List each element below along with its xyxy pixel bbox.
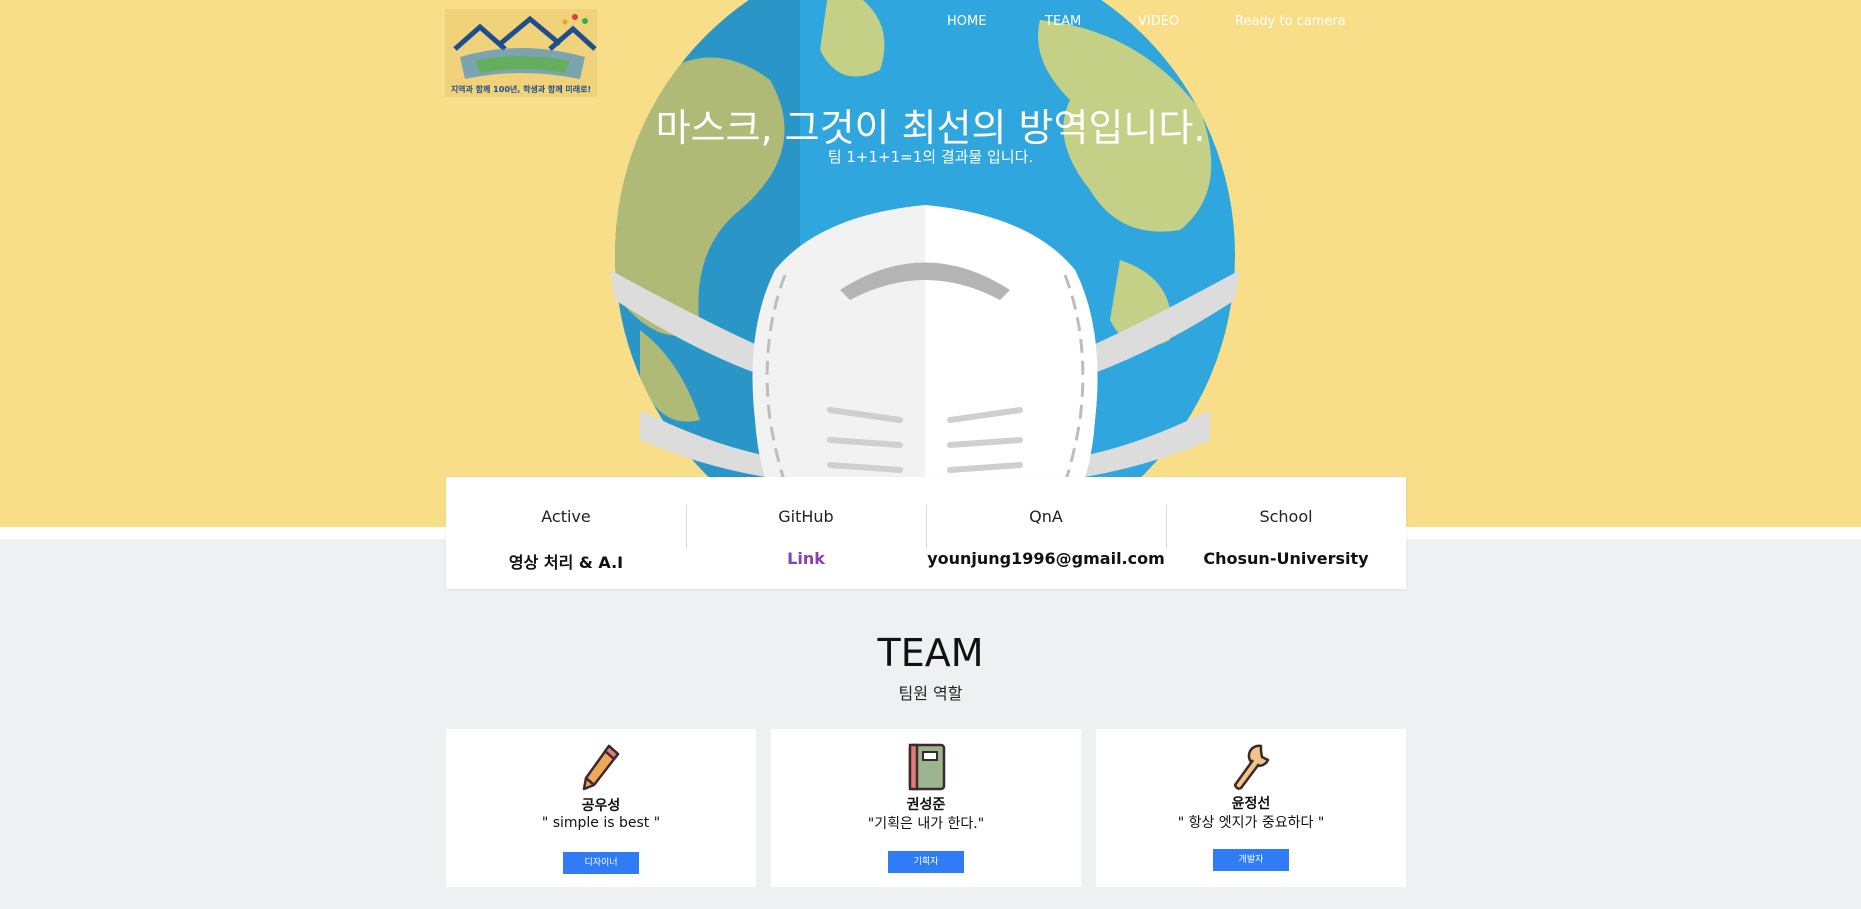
info-value: 영상 처리 & A.I xyxy=(508,553,624,572)
nav-team[interactable]: TEAM xyxy=(1045,14,1081,29)
info-github: GitHub Link xyxy=(686,477,926,589)
nav-ready-to-camera[interactable]: Ready to camera xyxy=(1235,14,1346,29)
github-link[interactable]: Link xyxy=(686,549,926,568)
info-panel: Active 영상 처리 & A.I GitHub Link QnA younj… xyxy=(446,477,1406,589)
hero-subtitle: 팀 1+1+1=1의 결과물 입니다. xyxy=(827,148,1034,166)
team-card: 권성준 "기획은 내가 한다." 기획자 xyxy=(771,729,1081,887)
info-active: Active 영상 처리 & A.I xyxy=(446,477,686,589)
team-card: 윤정선 " 항상 엣지가 중요하다 " 개발자 xyxy=(1096,729,1406,887)
logo-tagline: 지역과 함께 100년, 학생과 함께 미래로! xyxy=(450,85,592,94)
info-qna: QnA younjung1996@gmail.com xyxy=(926,477,1166,589)
nav-video[interactable]: VIDEO xyxy=(1138,14,1179,29)
member-name: 공우성 xyxy=(581,798,621,814)
hero-title: 마스크, 그것이 최선의 방역입니다. xyxy=(655,106,1206,150)
info-label: QnA xyxy=(1029,507,1063,526)
role-button-developer[interactable]: 개발자 xyxy=(1213,849,1289,871)
member-name: 권성준 xyxy=(906,797,946,813)
globe-mask-illustration xyxy=(610,0,1240,527)
role-button-designer[interactable]: 디자이너 xyxy=(563,852,639,874)
info-email: younjung1996@gmail.com xyxy=(927,549,1165,568)
team-section-subtitle: 팀원 역할 xyxy=(898,684,963,703)
member-quote: "기획은 내가 한다." xyxy=(867,816,985,832)
info-label: GitHub xyxy=(778,507,834,526)
role-button-planner[interactable]: 기획자 xyxy=(888,851,964,873)
info-school: School Chosun-University xyxy=(1166,477,1406,589)
info-label: School xyxy=(1259,507,1313,526)
pencil-icon xyxy=(582,744,620,791)
nav-home[interactable]: HOME xyxy=(947,14,986,29)
team-card: 공우성 " simple is best " 디자이너 xyxy=(446,729,756,887)
member-quote: " simple is best " xyxy=(541,815,661,831)
member-quote: " 항상 엣지가 중요하다 " xyxy=(1177,815,1325,831)
notebook-icon xyxy=(908,743,946,791)
team-section-title: TEAM xyxy=(877,631,984,675)
top-nav: HOME TEAM VIDEO Ready to camera xyxy=(0,14,1861,34)
wrench-icon xyxy=(1233,744,1270,790)
info-value: Chosun-University xyxy=(1203,549,1369,568)
member-name: 윤정선 xyxy=(1231,796,1271,812)
info-label: Active xyxy=(541,507,591,526)
hero-section: 지역과 함께 100년, 학생과 함께 미래로! HOME TEAM VIDEO… xyxy=(0,0,1861,527)
